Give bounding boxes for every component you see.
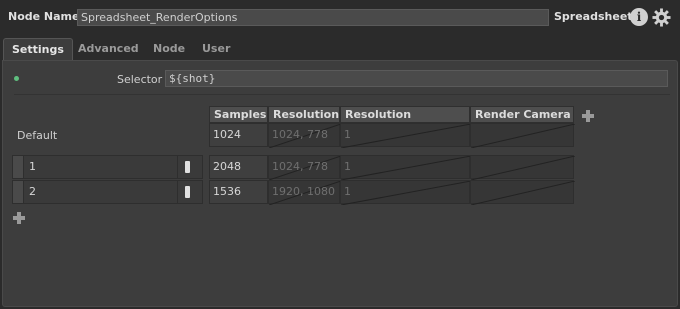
tab-node[interactable]: Node (145, 38, 193, 60)
row-toggle-area[interactable] (177, 156, 197, 178)
column-header-samples[interactable]: Samples (209, 106, 268, 123)
selector-input[interactable]: ${shot} (165, 70, 668, 87)
row-toggle-area[interactable] (177, 181, 197, 203)
node-name-label: Node Name (8, 10, 80, 23)
column-header-render-camera[interactable]: Render Camera (470, 106, 574, 123)
node-name-field[interactable]: Spreadsheet_RenderOptions (77, 9, 549, 26)
row-1-camera-cell[interactable] (470, 155, 575, 180)
row-1-resolution-cell[interactable]: 1024, 778 (268, 155, 341, 180)
status-dot (14, 76, 19, 81)
tab-user[interactable]: User (194, 38, 238, 60)
column-header-resolution-multiplier[interactable]: Resolution Multiplier (340, 106, 470, 136)
gear-icon[interactable] (652, 8, 671, 27)
row-name[interactable]: 2 (29, 181, 36, 203)
default-samples-cell[interactable]: 1024 (209, 123, 268, 147)
info-icon[interactable]: i (630, 8, 648, 26)
row-enable-toggle[interactable] (185, 161, 190, 173)
tab-advanced[interactable]: Advanced (70, 38, 147, 60)
add-row-plus-icon[interactable] (12, 211, 26, 225)
default-resolution-cell[interactable]: 1024, 778 (268, 123, 341, 148)
row-2-camera-cell[interactable] (470, 180, 575, 205)
row-name[interactable]: 1 (29, 156, 36, 178)
tab-settings[interactable]: Settings (3, 38, 73, 60)
row-drag-handle[interactable] (13, 181, 24, 203)
row-header-1[interactable]: 1 (12, 155, 203, 179)
row-drag-handle[interactable] (13, 156, 24, 178)
default-multiplier-cell[interactable]: 1 (340, 123, 471, 148)
add-column-plus-icon[interactable] (581, 109, 595, 123)
default-row-label: Default (17, 129, 58, 142)
row-2-samples-cell[interactable]: 1536 (209, 180, 268, 204)
row-header-2[interactable]: 2 (12, 180, 203, 204)
selector-label: Selector (117, 73, 163, 86)
node-type-label: Spreadsheet (554, 10, 633, 23)
row-1-samples-cell[interactable]: 2048 (209, 155, 268, 179)
column-header-resolution[interactable]: Resolution (268, 106, 340, 123)
row-enable-toggle[interactable] (185, 186, 190, 198)
divider (14, 94, 670, 95)
row-2-resolution-cell[interactable]: 1920, 1080 (268, 180, 341, 205)
row-2-multiplier-cell[interactable]: 1 (340, 180, 471, 205)
row-1-multiplier-cell[interactable]: 1 (340, 155, 471, 180)
default-camera-cell[interactable] (470, 123, 575, 148)
